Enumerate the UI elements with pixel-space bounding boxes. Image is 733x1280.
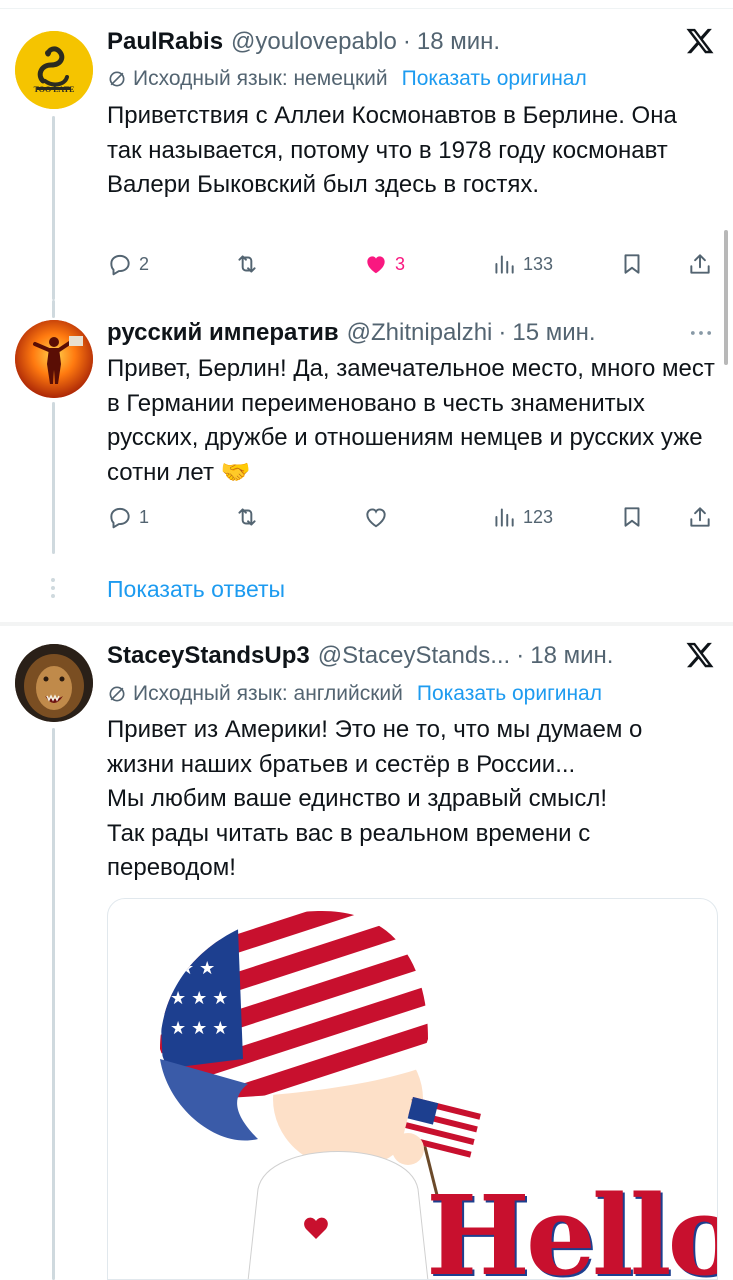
avatar[interactable] (15, 644, 93, 722)
scrollbar[interactable] (724, 230, 728, 365)
translate-icon (109, 686, 125, 702)
author-handle[interactable]: @youlovepablo (231, 28, 397, 56)
tweet-header: PaulRabis @youlovepablo · 18 мин. (107, 24, 500, 60)
svg-text:★ ★: ★ ★ (178, 958, 215, 978)
view-count: 133 (523, 253, 554, 274)
tweet-text-line: Привет из Америки! Это не то, что мы дум… (107, 716, 643, 743)
tweet-header: StaceyStandsUp3 @StaceyStands... · 18 ми… (107, 638, 613, 674)
action-bar: 2 3 133 (107, 247, 717, 281)
tweet-text-line: Так рады читать вас в реальном времени с (107, 819, 591, 847)
reply-count: 1 (139, 506, 150, 527)
view-count: 123 (523, 506, 554, 527)
timestamp[interactable]: 18 мин. (530, 642, 613, 670)
tweet-text-line: Мы любим ваше единство и здравый смысл! (107, 785, 608, 812)
x-logo-icon[interactable] (685, 640, 715, 670)
svg-text:★ ★ ★: ★ ★ ★ (170, 988, 228, 1008)
separator-dot: · (402, 28, 411, 55)
tweet-text: Приветствия с Аллеи Космонавтов в Берлин… (107, 102, 677, 198)
avatar[interactable]: TOO LATE (15, 31, 93, 109)
top-divider (0, 8, 733, 9)
lion-image (15, 644, 93, 722)
fire-figure-image (15, 320, 93, 398)
views-icon (495, 508, 514, 527)
translate-icon (109, 71, 125, 87)
tweet-text: Привет, Берлин! Да, замечательное место,… (107, 355, 715, 486)
thread-line (52, 402, 55, 554)
hello-text: Hello (426, 1171, 718, 1280)
reply-count: 2 (139, 253, 150, 274)
x-logo-icon[interactable] (685, 26, 715, 56)
retweet-button[interactable] (234, 500, 260, 534)
source-language: Исходный язык: английский (133, 682, 403, 705)
reply-button[interactable]: 2 (107, 247, 149, 281)
like-button[interactable]: 3 (363, 247, 405, 281)
action-bar: 1 123 (107, 500, 717, 534)
show-original-link[interactable]: Показать оригинал (417, 682, 602, 706)
svg-text:★ ★ ★: ★ ★ ★ (170, 1018, 228, 1038)
thread-line (52, 116, 55, 300)
avatar-caption: TOO LATE (33, 85, 75, 94)
translation-note: Исходный язык: английский Показать ориги… (107, 679, 602, 709)
share-button[interactable] (687, 247, 713, 281)
author-name[interactable]: русский императив (107, 319, 339, 347)
source-language: Исходный язык: немецкий (133, 67, 388, 90)
like-count: 3 (395, 253, 406, 274)
conversation-separator (0, 622, 733, 626)
reply-icon (110, 254, 130, 276)
tweet-header: русский императив @Zhitnipalzhi · 15 мин… (107, 315, 596, 351)
author-handle[interactable]: @StaceyStands... (318, 642, 510, 670)
retweet-icon (238, 508, 256, 526)
avatar[interactable] (15, 320, 93, 398)
tweet-text-line: жизни наших братьев и сестёр в России... (107, 750, 576, 778)
timestamp[interactable]: 15 мин. (512, 319, 595, 347)
separator-dot: · (516, 642, 525, 669)
share-icon (690, 507, 710, 527)
author-handle[interactable]: @Zhitnipalzhi (347, 319, 493, 347)
bookmark-icon (624, 254, 640, 274)
bookmark-button[interactable] (619, 247, 645, 281)
tweet-media-gif[interactable]: ★ ★ ★ ★ ★ ★ ★ ★ Hello (107, 898, 718, 1280)
author-name[interactable]: PaulRabis (107, 28, 223, 56)
timestamp[interactable]: 18 мин. (417, 28, 500, 56)
views-button[interactable]: 123 (491, 500, 553, 534)
author-name[interactable]: StaceyStandsUp3 (107, 642, 310, 670)
heart-icon (367, 256, 385, 274)
thread-continuation-dots (50, 578, 56, 602)
snake-logo-icon (15, 31, 93, 109)
bookmark-icon (624, 507, 640, 527)
like-button[interactable] (363, 500, 389, 534)
bookmark-button[interactable] (619, 500, 645, 534)
show-replies-link[interactable]: Показать ответы (107, 576, 285, 603)
retweet-icon (238, 255, 256, 273)
share-button[interactable] (687, 500, 713, 534)
tweet-text-line: переводом! (107, 854, 236, 881)
thread-line (52, 300, 55, 318)
views-button[interactable]: 133 (491, 247, 553, 281)
share-icon (690, 254, 710, 274)
more-icon[interactable] (687, 319, 715, 347)
show-original-link[interactable]: Показать оригинал (402, 67, 587, 91)
translation-note: Исходный язык: немецкий Показать оригина… (107, 64, 587, 94)
views-icon (495, 255, 514, 274)
separator-dot: · (498, 319, 507, 346)
reply-icon (110, 507, 130, 529)
retweet-button[interactable] (234, 247, 260, 281)
reply-button[interactable]: 1 (107, 500, 149, 534)
thread-line (52, 728, 55, 1280)
heart-icon (366, 508, 386, 528)
tweet-text: Привет из Америки! Это не то, что мы дум… (107, 713, 727, 886)
